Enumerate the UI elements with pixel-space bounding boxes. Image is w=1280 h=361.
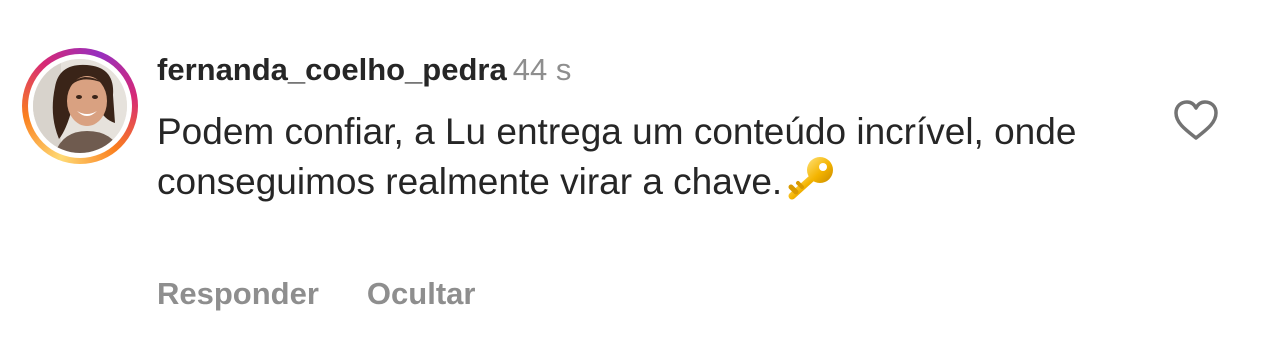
- hide-button[interactable]: Ocultar: [367, 276, 476, 311]
- comment-header: fernanda_coelho_pedra 44 s: [157, 50, 571, 90]
- heart-outline-icon[interactable]: [1172, 98, 1220, 142]
- username[interactable]: fernanda_coelho_pedra: [157, 52, 507, 87]
- comment-text: Podem confiar, a Lu entrega um conteúdo …: [157, 111, 1077, 202]
- reply-button[interactable]: Responder: [157, 276, 319, 311]
- comment-item: fernanda_coelho_pedra 44 s Podem confiar,…: [0, 0, 1280, 361]
- avatar-ring-gap: [28, 54, 132, 158]
- key-emoji: [788, 157, 834, 200]
- avatar-story-ring[interactable]: [22, 48, 138, 164]
- comment-body: Podem confiar, a Lu entrega um conteúdo …: [157, 108, 1117, 206]
- avatar-image: [33, 59, 127, 153]
- avatar[interactable]: [33, 59, 127, 153]
- timestamp: 44 s: [512, 52, 572, 87]
- comment-actions: Responder Ocultar: [157, 274, 475, 314]
